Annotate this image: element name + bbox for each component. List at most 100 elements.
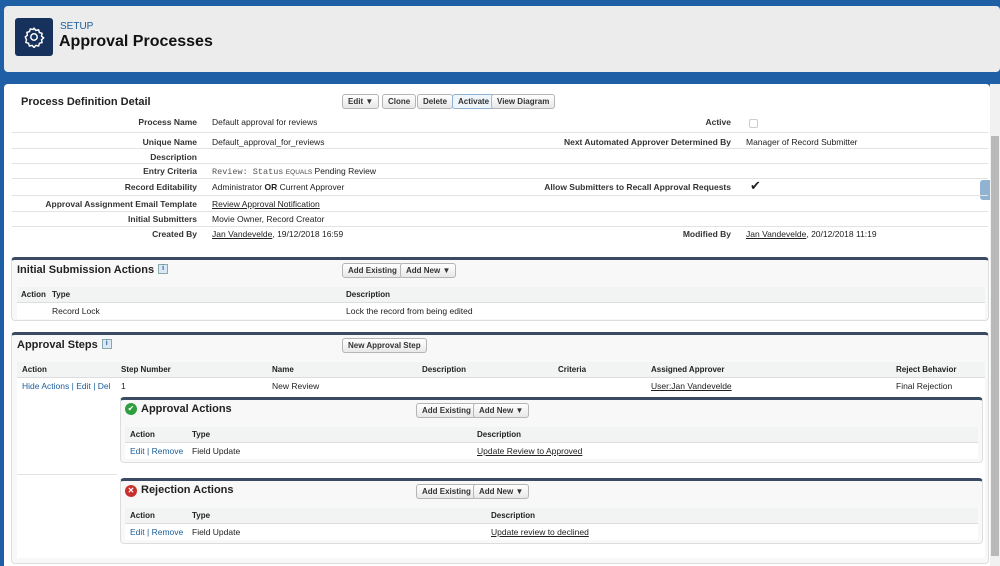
record-editability-label: Record Editability bbox=[124, 182, 197, 192]
initial-submitters-value: Movie Owner, Record Creator bbox=[212, 214, 325, 224]
add-new-label: Add New bbox=[406, 266, 441, 275]
setup-gear-icon bbox=[15, 18, 53, 56]
column-action: Action bbox=[130, 511, 155, 520]
info-icon[interactable]: i bbox=[101, 339, 112, 349]
column-criteria: Criteria bbox=[558, 365, 587, 374]
hide-actions-link[interactable]: Hide Actions bbox=[22, 381, 69, 391]
rejected-x-icon: ✕ bbox=[125, 485, 137, 497]
edit-step-link[interactable]: Edit bbox=[76, 381, 91, 391]
modified-by-date: , 20/12/2018 11:19 bbox=[806, 229, 877, 239]
table-row: Edit | Remove Field Update Update review… bbox=[125, 524, 978, 540]
delete-button[interactable]: Delete bbox=[417, 94, 454, 109]
email-template-label: Approval Assignment Email Template bbox=[45, 199, 197, 209]
column-description: Description bbox=[346, 290, 391, 299]
unique-name-value: Default_approval_for_reviews bbox=[212, 137, 325, 147]
page-title: Approval Processes bbox=[59, 33, 213, 50]
step-number: 1 bbox=[121, 381, 126, 391]
rejection-actions-title: Rejection Actions bbox=[141, 484, 234, 496]
active-checkbox bbox=[749, 119, 758, 128]
column-description: Description bbox=[491, 511, 536, 520]
criteria-field: Review: Status bbox=[212, 167, 284, 177]
remove-link[interactable]: Remove bbox=[152, 446, 184, 456]
entry-criteria-value: Review: Status EQUALS Pending Review bbox=[212, 166, 376, 177]
row-actions: Edit | Remove bbox=[130, 527, 184, 537]
modified-by-value: Jan Vandevelde, 20/12/2018 11:19 bbox=[746, 229, 877, 239]
column-name: Name bbox=[272, 365, 294, 374]
entry-criteria-label: Entry Criteria bbox=[143, 166, 197, 176]
remove-link[interactable]: Remove bbox=[152, 527, 184, 537]
initial-submission-title: Initial Submission Actions bbox=[17, 264, 155, 276]
editability-b: Current Approver bbox=[279, 182, 345, 192]
edit-label: Edit bbox=[348, 97, 364, 106]
add-new-button[interactable]: Add New ▼ bbox=[400, 263, 457, 278]
editability-a: Administrator bbox=[212, 182, 263, 192]
column-description: Description bbox=[422, 365, 467, 374]
add-new-button[interactable]: Add New ▼ bbox=[473, 403, 530, 418]
approved-check-icon: ✔ bbox=[125, 403, 137, 415]
process-name-value: Default approval for reviews bbox=[212, 117, 318, 127]
clone-button[interactable]: Clone bbox=[382, 94, 417, 109]
column-type: Type bbox=[192, 430, 211, 439]
column-type: Type bbox=[52, 290, 71, 299]
section-title-detail: Process Definition Detail bbox=[21, 96, 151, 108]
breadcrumb-setup[interactable]: SETUP bbox=[60, 21, 93, 32]
row-type: Field Update bbox=[192, 446, 241, 456]
modified-by-label: Modified By bbox=[682, 229, 731, 239]
column-reject-behavior: Reject Behavior bbox=[896, 365, 957, 374]
process-name-label: Process Name bbox=[138, 117, 197, 127]
section-title-initial-submission: Initial Submission Actions i bbox=[17, 264, 169, 276]
reject-behavior: Final Rejection bbox=[896, 381, 953, 391]
column-step-number: Step Number bbox=[121, 365, 171, 374]
allow-recall-label: Allow Submitters to Recall Approval Requ… bbox=[544, 182, 731, 192]
description-label: Description bbox=[150, 152, 197, 162]
column-action: Action bbox=[21, 290, 46, 299]
active-label: Active bbox=[705, 117, 731, 127]
created-by-label: Created By bbox=[152, 229, 197, 239]
created-by-value: Jan Vandevelde, 19/12/2018 16:59 bbox=[212, 229, 343, 239]
edit-link[interactable]: Edit bbox=[130, 527, 145, 537]
table-header: Action Type Description bbox=[125, 427, 978, 443]
row-type: Record Lock bbox=[52, 306, 100, 316]
table-header: Action Step Number Name Description Crit… bbox=[17, 362, 985, 378]
table-header: Action Type Description bbox=[125, 508, 978, 524]
checkmark-icon: ✔ bbox=[750, 178, 761, 193]
criteria-operator: EQUALS bbox=[285, 169, 313, 176]
email-template-link[interactable]: Review Approval Notification bbox=[212, 199, 320, 209]
new-approval-step-button[interactable]: New Approval Step bbox=[342, 338, 427, 353]
delete-step-link[interactable]: Del bbox=[98, 381, 111, 391]
next-approver-value: Manager of Record Submitter bbox=[746, 137, 858, 147]
section-title-approval-steps: Approval Steps i bbox=[17, 339, 112, 351]
column-assigned-approver: Assigned Approver bbox=[651, 365, 725, 374]
add-existing-button[interactable]: Add Existing bbox=[416, 484, 477, 499]
row-actions: Edit | Remove bbox=[130, 446, 184, 456]
created-by-user-link[interactable]: Jan Vandevelde bbox=[212, 229, 272, 239]
column-description: Description bbox=[477, 430, 522, 439]
table-row: Record Lock Lock the record from being e… bbox=[17, 303, 985, 319]
row-description-link[interactable]: Update review to declined bbox=[491, 527, 589, 537]
column-type: Type bbox=[192, 511, 211, 520]
side-panel-toggle[interactable] bbox=[980, 180, 990, 200]
add-existing-button[interactable]: Add Existing bbox=[416, 403, 477, 418]
modified-by-user-link[interactable]: Jan Vandevelde bbox=[746, 229, 806, 239]
info-icon[interactable]: i bbox=[158, 264, 169, 274]
created-by-date: , 19/12/2018 16:59 bbox=[272, 229, 344, 239]
step-name: New Review bbox=[272, 381, 320, 391]
row-description: Lock the record from being edited bbox=[346, 306, 473, 316]
scrollbar-thumb[interactable] bbox=[991, 136, 999, 556]
criteria-value: Pending Review bbox=[314, 166, 376, 176]
approval-actions-title: Approval Actions bbox=[141, 403, 232, 415]
initial-submitters-label: Initial Submitters bbox=[128, 214, 197, 224]
row-description-link[interactable]: Update Review to Approved bbox=[477, 446, 582, 456]
view-diagram-button[interactable]: View Diagram bbox=[491, 94, 556, 109]
add-new-button[interactable]: Add New ▼ bbox=[473, 484, 530, 499]
assigned-approver-link[interactable]: User:Jan Vandevelde bbox=[651, 381, 732, 391]
column-action: Action bbox=[22, 365, 47, 374]
edit-button[interactable]: Edit ▼ bbox=[342, 94, 380, 109]
edit-link[interactable]: Edit bbox=[130, 446, 145, 456]
step-actions: Hide Actions | Edit | Del bbox=[22, 381, 111, 391]
table-row: Edit | Remove Field Update Update Review… bbox=[125, 443, 978, 459]
add-existing-button[interactable]: Add Existing bbox=[342, 263, 403, 278]
editability-or: OR bbox=[264, 182, 278, 192]
add-new-label: Add New bbox=[479, 406, 514, 415]
activate-button[interactable]: Activate bbox=[452, 94, 496, 109]
